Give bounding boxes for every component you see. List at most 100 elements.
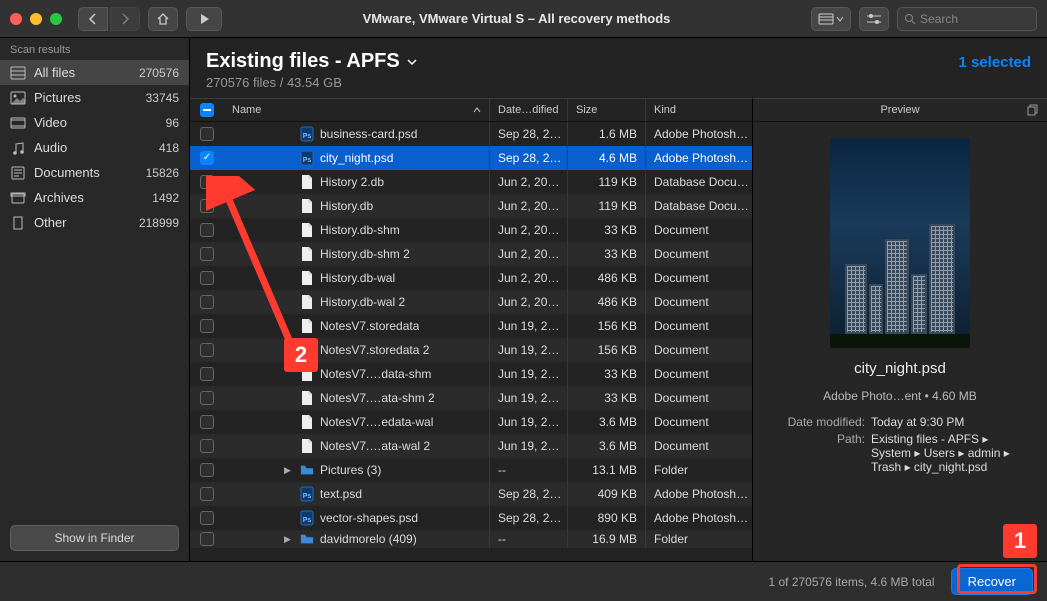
psd-icon: Ps: [300, 150, 314, 166]
table-row[interactable]: NotesV7.storedata 2Jun 19, 2…156 KBDocum…: [190, 338, 752, 362]
close-window-button[interactable]: [10, 13, 22, 25]
table-row[interactable]: ▶Pictures (3)--13.1 MBFolder: [190, 458, 752, 482]
settings-button[interactable]: [859, 7, 889, 31]
table-row[interactable]: History.db-walJun 2, 20…486 KBDocument: [190, 266, 752, 290]
forward-button[interactable]: [110, 7, 140, 31]
psd-icon: Ps: [300, 486, 314, 502]
sidebar-item-audio[interactable]: Audio418: [0, 135, 189, 160]
file-kind: Adobe Photosh…: [646, 506, 752, 530]
file-icon: [300, 270, 314, 286]
show-in-finder-button[interactable]: Show in Finder: [10, 525, 179, 551]
file-size: 33 KB: [568, 386, 646, 410]
row-checkbox[interactable]: [200, 247, 214, 261]
sidebar-item-count: 1492: [152, 191, 179, 205]
sidebar-item-documents[interactable]: Documents15826: [0, 160, 189, 185]
search-box[interactable]: Search: [897, 7, 1037, 31]
sort-asc-icon: [473, 106, 481, 114]
table-row[interactable]: ▶davidmorelo (409)--16.9 MBFolder: [190, 530, 752, 548]
row-checkbox[interactable]: [200, 487, 214, 501]
maximize-window-button[interactable]: [50, 13, 62, 25]
table-row[interactable]: NotesV7.storedataJun 19, 2…156 KBDocumen…: [190, 314, 752, 338]
recover-button[interactable]: Recover: [951, 568, 1033, 595]
sidebar-item-count: 33745: [146, 91, 179, 105]
row-checkbox[interactable]: [200, 391, 214, 405]
table-row[interactable]: NotesV7.…edata-walJun 19, 2…3.6 MBDocume…: [190, 410, 752, 434]
svg-text:Ps: Ps: [303, 493, 312, 500]
svg-text:Ps: Ps: [303, 133, 312, 140]
selected-count[interactable]: 1 selected: [958, 54, 1031, 71]
path-value: Existing files - APFS ▸ System ▸ Users ▸…: [871, 432, 1029, 474]
row-checkbox[interactable]: [200, 319, 214, 333]
sidebar-item-video[interactable]: Video96: [0, 110, 189, 135]
table-row[interactable]: Psbusiness-card.psdSep 28, 2…1.6 MBAdobe…: [190, 122, 752, 146]
table-row[interactable]: History.db-wal 2Jun 2, 20…486 KBDocument: [190, 290, 752, 314]
file-date: Jun 2, 20…: [490, 170, 568, 194]
play-button[interactable]: [186, 7, 222, 31]
row-checkbox[interactable]: [200, 151, 214, 165]
preview-header: Preview: [753, 98, 1047, 122]
view-options-button[interactable]: [811, 7, 851, 31]
table-row[interactable]: NotesV7.…data-shmJun 19, 2…33 KBDocument: [190, 362, 752, 386]
file-size: 890 KB: [568, 506, 646, 530]
file-size: 409 KB: [568, 482, 646, 506]
table-row[interactable]: History.db-shmJun 2, 20…33 KBDocument: [190, 218, 752, 242]
minimize-window-button[interactable]: [30, 13, 42, 25]
svg-text:Ps: Ps: [303, 157, 312, 164]
sidebar-item-count: 218999: [139, 216, 179, 230]
preview-image: [830, 138, 970, 348]
row-checkbox[interactable]: [200, 511, 214, 525]
row-checkbox[interactable]: [200, 532, 214, 546]
oth-icon: [10, 216, 26, 230]
copy-icon[interactable]: [1027, 104, 1039, 116]
row-checkbox[interactable]: [200, 295, 214, 309]
file-kind: Document: [646, 242, 752, 266]
table-row[interactable]: Pstext.psdSep 28, 2…409 KBAdobe Photosh…: [190, 482, 752, 506]
row-checkbox[interactable]: [200, 343, 214, 357]
file-kind: Document: [646, 410, 752, 434]
row-checkbox[interactable]: [200, 415, 214, 429]
all-icon: [10, 66, 26, 80]
content-title-text: Existing files - APFS: [206, 50, 400, 73]
disclosure-icon[interactable]: ▶: [284, 534, 294, 545]
search-icon: [904, 13, 916, 25]
row-checkbox[interactable]: [200, 199, 214, 213]
table-row[interactable]: NotesV7.…ata-wal 2Jun 19, 2…3.6 MBDocume…: [190, 434, 752, 458]
row-checkbox[interactable]: [200, 271, 214, 285]
date-modified-value: Today at 9:30 PM: [871, 415, 1029, 429]
sidebar-item-all-files[interactable]: All files270576: [0, 60, 189, 85]
home-button[interactable]: [148, 7, 178, 31]
table-row[interactable]: Psvector-shapes.psdSep 28, 2…890 KBAdobe…: [190, 506, 752, 530]
sidebar-item-label: Audio: [34, 140, 151, 155]
row-checkbox[interactable]: [200, 223, 214, 237]
header-checkbox[interactable]: [200, 103, 214, 117]
row-checkbox[interactable]: [200, 175, 214, 189]
column-kind[interactable]: Kind: [646, 99, 752, 121]
column-date[interactable]: Date…dified: [490, 99, 568, 121]
selection-summary: 1 of 270576 items, 4.6 MB total: [768, 575, 934, 589]
file-icon: [300, 246, 314, 262]
column-size[interactable]: Size: [568, 99, 646, 121]
file-kind: Adobe Photosh…: [646, 146, 752, 170]
table-body[interactable]: Psbusiness-card.psdSep 28, 2…1.6 MBAdobe…: [190, 122, 752, 561]
back-button[interactable]: [78, 7, 108, 31]
sidebar-item-other[interactable]: Other218999: [0, 210, 189, 235]
content-title[interactable]: Existing files - APFS: [206, 50, 418, 73]
disclosure-icon[interactable]: ▶: [284, 465, 294, 476]
column-name[interactable]: Name: [224, 99, 490, 121]
row-checkbox[interactable]: [200, 463, 214, 477]
row-checkbox[interactable]: [200, 367, 214, 381]
table-row[interactable]: History.db-shm 2Jun 2, 20…33 KBDocument: [190, 242, 752, 266]
sidebar-item-archives[interactable]: Archives1492: [0, 185, 189, 210]
sidebar-item-pictures[interactable]: Pictures33745: [0, 85, 189, 110]
file-name: vector-shapes.psd: [320, 511, 418, 525]
row-checkbox[interactable]: [200, 127, 214, 141]
table-row[interactable]: History.dbJun 2, 20…119 KBDatabase Docu…: [190, 194, 752, 218]
file-kind: Adobe Photosh…: [646, 482, 752, 506]
table-row[interactable]: NotesV7.…ata-shm 2Jun 19, 2…33 KBDocumen…: [190, 386, 752, 410]
file-size: 33 KB: [568, 362, 646, 386]
file-name: NotesV7.…ata-wal 2: [320, 439, 430, 453]
row-checkbox[interactable]: [200, 439, 214, 453]
file-kind: Document: [646, 338, 752, 362]
table-row[interactable]: Pscity_night.psdSep 28, 2…4.6 MBAdobe Ph…: [190, 146, 752, 170]
table-row[interactable]: History 2.dbJun 2, 20…119 KBDatabase Doc…: [190, 170, 752, 194]
